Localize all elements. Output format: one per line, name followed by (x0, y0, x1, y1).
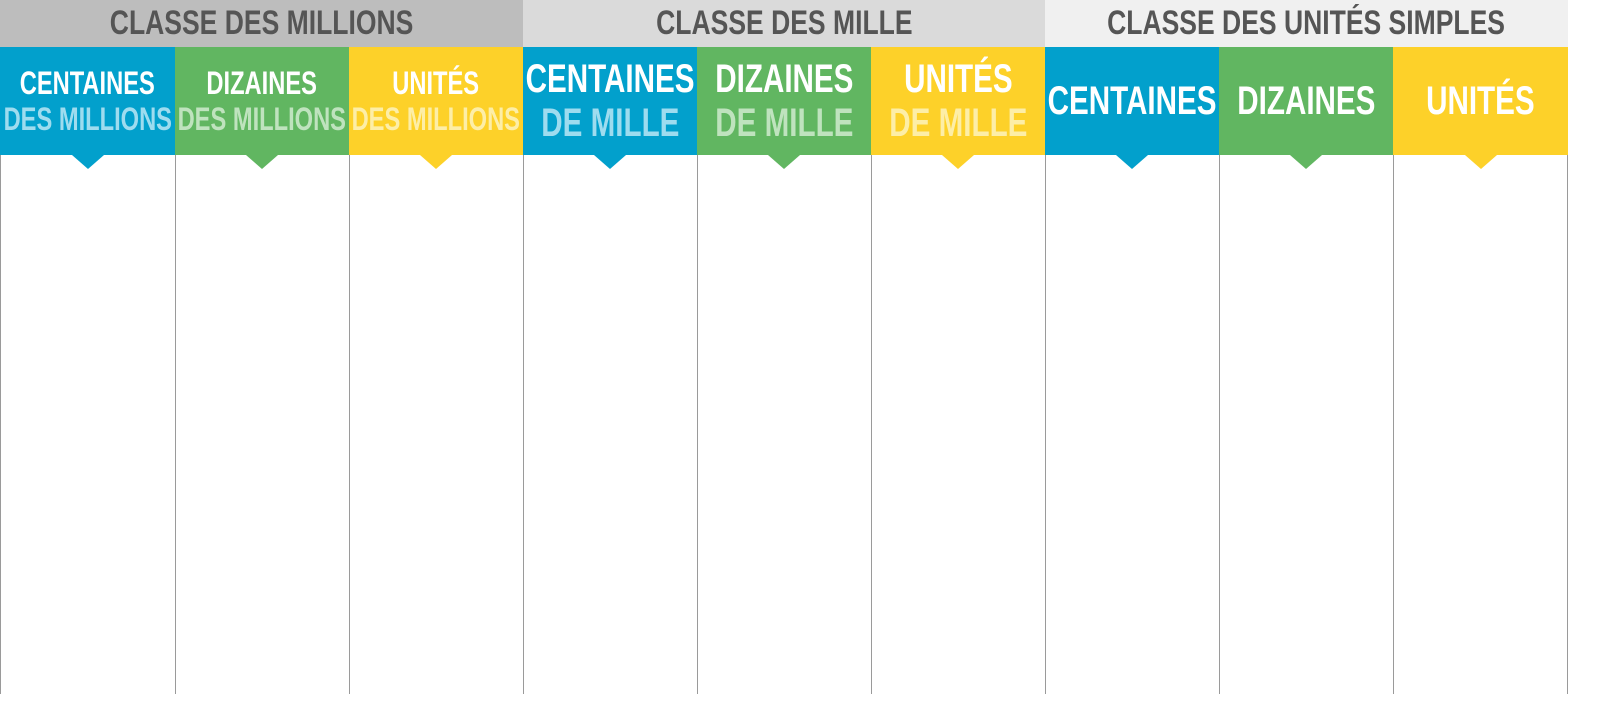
table-row (0, 155, 1568, 263)
table-row (0, 477, 1568, 585)
col-label-sub: DES MILLIONS (3, 101, 172, 137)
col-label-main: DIZAINES (714, 57, 854, 101)
table-row (0, 371, 1568, 477)
column-divider (349, 155, 350, 694)
class-millions-header: CLASSE DES MILLIONS (0, 0, 523, 47)
col-label-sub: DE MILLE (540, 101, 680, 145)
column-header-row: CENTAINES DES MILLIONS DIZAINES DES MILL… (0, 47, 1568, 169)
col-label-main: UNITÉS (1426, 79, 1535, 123)
class-mille-header: CLASSE DES MILLE (523, 0, 1045, 47)
col-millions: UNITÉS DES MILLIONS (349, 47, 523, 169)
column-divider (175, 155, 176, 694)
column-divider (1393, 155, 1394, 694)
col-hundred-thousands: CENTAINES DE MILLE (523, 47, 697, 169)
col-label-main: CENTAINES (1047, 79, 1217, 123)
column-divider (1567, 155, 1568, 694)
col-hundreds: CENTAINES (1045, 47, 1219, 169)
col-label-main: DIZAINES (1236, 79, 1376, 123)
class-millions-label: CLASSE DES MILLIONS (109, 4, 414, 42)
col-label-main: UNITÉS (392, 65, 480, 101)
col-tens: DIZAINES (1219, 47, 1393, 169)
table-row (0, 263, 1568, 371)
place-value-table: CLASSE DES MILLIONS CLASSE DES MILLE CLA… (0, 0, 1622, 718)
col-units: UNITÉS (1393, 47, 1568, 169)
class-units-label: CLASSE DES UNITÉS SIMPLES (1107, 4, 1506, 42)
col-label-sub: DE MILLE (888, 101, 1028, 145)
col-label-main: CENTAINES (525, 57, 695, 101)
class-mille-label: CLASSE DES MILLE (655, 4, 913, 42)
col-label-sub: DES MILLIONS (177, 101, 347, 137)
table-row (0, 585, 1568, 694)
column-divider (871, 155, 872, 694)
column-divider (523, 155, 524, 694)
class-units-header: CLASSE DES UNITÉS SIMPLES (1045, 0, 1568, 47)
col-label-main: UNITÉS (903, 57, 1013, 101)
col-label-sub: DES MILLIONS (351, 101, 521, 137)
col-hundred-millions: CENTAINES DES MILLIONS (0, 47, 175, 169)
column-divider (0, 155, 1, 694)
column-divider (697, 155, 698, 694)
table-body (0, 155, 1568, 694)
column-divider (1045, 155, 1046, 694)
col-ten-thousands: DIZAINES DE MILLE (697, 47, 871, 169)
class-header-row: CLASSE DES MILLIONS CLASSE DES MILLE CLA… (0, 0, 1568, 47)
col-label-main: CENTAINES (19, 65, 156, 101)
col-label-main: DIZAINES (206, 65, 318, 101)
col-label-sub: DE MILLE (714, 101, 854, 145)
column-divider (1219, 155, 1220, 694)
col-thousands: UNITÉS DE MILLE (871, 47, 1045, 169)
col-ten-millions: DIZAINES DES MILLIONS (175, 47, 349, 169)
